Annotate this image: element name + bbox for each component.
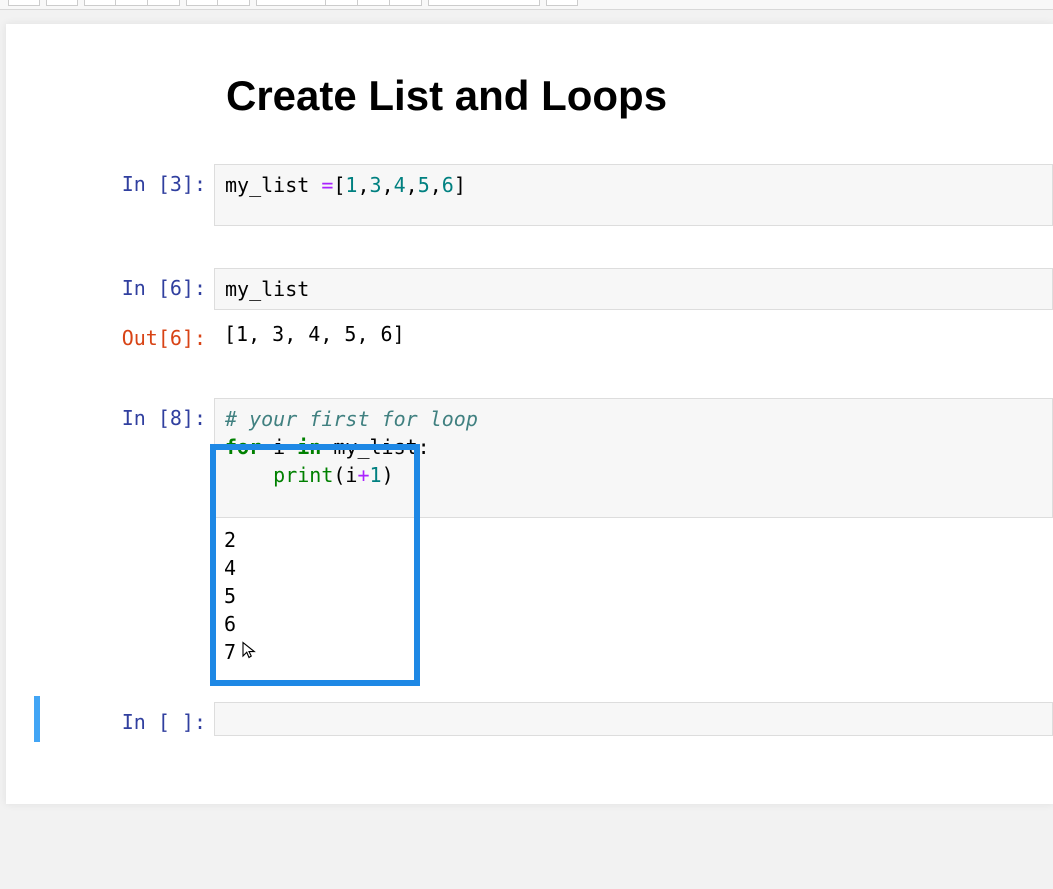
code-input[interactable] [214,702,1053,736]
code-cell[interactable]: In [8]: # your first for loop for i in m… [6,398,1053,518]
save-button[interactable] [8,0,40,6]
markdown-heading: Create List and Loops [226,72,1053,120]
code-cell-selected[interactable]: In [ ]: [6,702,1053,736]
in-prompt: In [ ]: [6,702,214,736]
restart-run-all-button[interactable] [390,0,422,6]
code-input[interactable]: # your first for loop for i in my_list: … [214,398,1053,518]
code-cell[interactable]: In [6]: my_list [6,268,1053,310]
stop-button[interactable] [326,0,358,6]
empty-prompt [6,524,214,672]
notebook[interactable]: Create List and Loops In [3]: my_list =[… [6,24,1053,804]
move-up-button[interactable] [186,0,218,6]
output-row: 2 4 5 6 7 [6,524,1053,672]
in-prompt: In [8]: [6,398,214,518]
run-button[interactable]: Run [256,0,326,6]
output-row: Out[6]: [1, 3, 4, 5, 6] [6,318,1053,354]
in-prompt: In [3]: [6,164,214,226]
cell-type-select[interactable]: Code [428,0,540,6]
toolbar: Run Code [0,0,1053,10]
restart-button[interactable] [358,0,390,6]
notebook-container: Create List and Loops In [3]: my_list =[… [0,10,1053,804]
move-down-button[interactable] [218,0,250,6]
output-text: [1, 3, 4, 5, 6] [214,318,1053,354]
add-cell-button[interactable] [46,0,78,6]
in-prompt: In [6]: [6,268,214,310]
cut-button[interactable] [84,0,116,6]
command-palette-button[interactable] [546,0,578,6]
copy-button[interactable] [116,0,148,6]
stream-output: 2 4 5 6 7 [214,524,1053,672]
code-cell[interactable]: In [3]: my_list =[1,3,4,5,6] [6,164,1053,226]
paste-button[interactable] [148,0,180,6]
out-prompt: Out[6]: [6,318,214,354]
code-input[interactable]: my_list =[1,3,4,5,6] [214,164,1053,226]
code-input[interactable]: my_list [214,268,1053,310]
